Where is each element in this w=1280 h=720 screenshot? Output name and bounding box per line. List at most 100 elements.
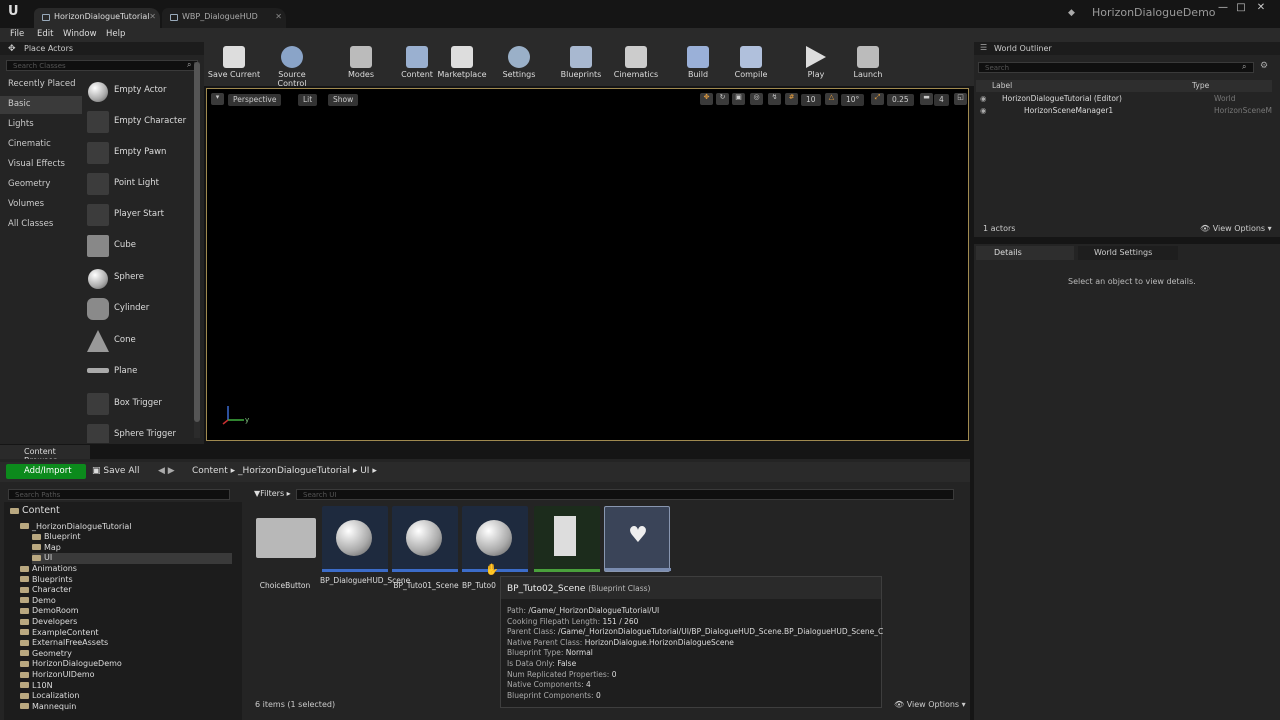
folder-tree-item[interactable]: UI xyxy=(32,553,232,564)
settings-button[interactable]: Settings xyxy=(491,44,547,84)
content-browser-tab[interactable]: Content Browser xyxy=(0,445,90,465)
breadcrumb-ui[interactable]: UI xyxy=(360,466,369,476)
breadcrumb-tutorial[interactable]: _HorizonDialogueTutorial xyxy=(238,466,350,476)
camera-speed-value[interactable]: 4 xyxy=(934,94,949,106)
folder-tree-item[interactable]: Animations xyxy=(20,564,77,575)
menu-help[interactable]: Help xyxy=(106,29,125,39)
folder-tree-item[interactable]: Blueprint xyxy=(32,532,81,543)
menu-file[interactable]: File xyxy=(10,29,24,39)
modes-button[interactable]: Modes xyxy=(333,44,389,84)
folder-tree-item[interactable]: DemoRoom xyxy=(20,606,79,617)
asset-bp-tuto01-scene[interactable] xyxy=(392,506,458,572)
cinematics-button[interactable]: Cinematics xyxy=(608,44,664,84)
camera-speed-icon[interactable]: ▬ xyxy=(920,93,933,105)
grid-snap-value[interactable]: 10 xyxy=(801,94,821,106)
perspective-button[interactable]: Perspective xyxy=(228,94,282,106)
folder-tree-item[interactable]: Character xyxy=(20,585,72,596)
rotation-snap-icon[interactable]: △ xyxy=(825,93,838,105)
filters-button[interactable]: ▼Filters ▸ xyxy=(254,489,291,498)
category-basic[interactable]: Basic xyxy=(0,96,82,114)
actor-cube[interactable]: Cube xyxy=(84,232,194,262)
compile-button[interactable]: Compile xyxy=(723,44,779,84)
lit-button[interactable]: Lit xyxy=(298,94,318,106)
folder-tree-item[interactable]: L10N xyxy=(20,681,53,692)
surface-snap-icon[interactable]: ↯ xyxy=(768,93,781,105)
source-control-icon[interactable]: ◆ xyxy=(1068,8,1078,18)
actor-point-light[interactable]: Point Light xyxy=(84,170,194,200)
scale-icon[interactable]: ▣ xyxy=(732,93,745,105)
category-recently-placed[interactable]: Recently Placed xyxy=(0,76,82,94)
rotation-snap-value[interactable]: 10° xyxy=(841,94,865,106)
folder-tree-item[interactable]: Localization xyxy=(20,691,79,702)
asset-data-table[interactable] xyxy=(534,506,600,572)
actor-empty-pawn[interactable]: Empty Pawn xyxy=(84,139,194,169)
search-ui-input[interactable]: Search UI xyxy=(296,489,954,500)
scale-snap-value[interactable]: 0.25 xyxy=(887,94,914,106)
save-current-button[interactable]: Save Current xyxy=(206,44,262,84)
settings-icon[interactable]: ⚙ xyxy=(1260,61,1268,71)
outliner-view-options[interactable]: 👁 View Options ▾ xyxy=(1200,224,1272,233)
asset-choice-button[interactable] xyxy=(254,506,320,572)
outliner-search-input[interactable]: Search xyxy=(978,62,1254,73)
outliner-row[interactable]: ◉ HorizonSceneManager1 HorizonSceneManag… xyxy=(978,106,1272,117)
maximize-button[interactable]: □ xyxy=(1232,2,1250,16)
launch-button[interactable]: Launch xyxy=(840,44,896,84)
marketplace-button[interactable]: Marketplace xyxy=(434,44,490,84)
save-all-button[interactable]: ▣ Save All xyxy=(92,466,140,476)
actor-sphere[interactable]: Sphere xyxy=(84,264,194,294)
actor-empty-actor[interactable]: Empty Actor xyxy=(84,77,194,107)
label-column-header[interactable]: Label xyxy=(992,81,1012,90)
actor-player-start[interactable]: Player Start xyxy=(84,201,194,231)
source-control-button[interactable]: Source Control xyxy=(264,44,320,88)
play-button[interactable]: Play xyxy=(788,44,844,84)
actors-scroll-thumb[interactable] xyxy=(194,62,200,422)
close-icon[interactable]: ✕ xyxy=(275,12,282,21)
category-visual-effects[interactable]: Visual Effects xyxy=(0,156,82,174)
asset-bp-dialoguehud-scene[interactable] xyxy=(322,506,388,572)
folder-tree-item[interactable]: HorizonUIDemo xyxy=(20,670,95,681)
tab-wbp-dialogue-hud[interactable]: WBP_DialogueHUD ✕ xyxy=(162,8,286,28)
category-geometry[interactable]: Geometry xyxy=(0,176,82,194)
folder-tree-item[interactable]: ExternalFreeAssets xyxy=(20,638,108,649)
rotate-icon[interactable]: ↻ xyxy=(716,93,729,105)
category-cinematic[interactable]: Cinematic xyxy=(0,136,82,154)
type-column-header[interactable]: Type xyxy=(1192,81,1209,90)
category-all-classes[interactable]: All Classes xyxy=(0,216,82,234)
folder-tree-item[interactable]: Developers xyxy=(20,617,77,628)
folder-tree-item[interactable]: Content xyxy=(10,505,60,516)
outliner-row[interactable]: ◉ HorizonDialogueTutorial (Editor) World xyxy=(978,94,1272,105)
folder-tree-item[interactable]: HorizonDialogueDemo xyxy=(20,659,122,670)
grid-snap-icon[interactable]: # xyxy=(785,93,798,105)
level-viewport[interactable] xyxy=(206,88,969,441)
asset-widget-blueprint[interactable]: ♥ xyxy=(604,506,671,572)
actor-plane[interactable]: Plane xyxy=(84,358,194,388)
viewport-menu-icon[interactable]: ▾ xyxy=(211,93,224,105)
close-icon[interactable]: ✕ xyxy=(149,12,156,21)
folder-tree-item[interactable]: Demo xyxy=(20,596,56,607)
content-view-options[interactable]: 👁 View Options ▾ xyxy=(894,700,966,709)
actor-box-trigger[interactable]: Box Trigger xyxy=(84,390,194,420)
scale-snap-icon[interactable]: ⤢ xyxy=(871,93,884,105)
folder-tree-item[interactable]: Map xyxy=(32,543,61,554)
blueprints-button[interactable]: Blueprints xyxy=(553,44,609,84)
actor-empty-character[interactable]: Empty Character xyxy=(84,108,194,138)
folder-tree-item[interactable]: ExampleContent xyxy=(20,628,99,639)
category-lights[interactable]: Lights xyxy=(0,116,82,134)
folder-tree-item[interactable]: _HorizonDialogueTutorial xyxy=(20,522,131,533)
menu-edit[interactable]: Edit xyxy=(37,29,53,39)
maximize-viewport-icon[interactable]: ◱ xyxy=(954,93,967,105)
visibility-eye-icon[interactable]: ◉ xyxy=(980,94,987,103)
search-classes-input[interactable]: Search Classes xyxy=(6,60,198,71)
show-button[interactable]: Show xyxy=(328,94,359,106)
category-volumes[interactable]: Volumes xyxy=(0,196,82,214)
add-import-button[interactable]: Add/Import xyxy=(6,464,86,479)
breadcrumb-content[interactable]: Content xyxy=(192,466,228,476)
details-tab[interactable]: Details xyxy=(976,246,1074,260)
visibility-eye-icon[interactable]: ◉ xyxy=(980,106,987,115)
tab-horizon-dialogue-tutorial[interactable]: HorizonDialogueTutorial ✕ xyxy=(34,8,160,28)
close-window-button[interactable]: ✕ xyxy=(1252,2,1270,16)
minimize-button[interactable]: — xyxy=(1214,2,1232,16)
search-paths-input[interactable]: Search Paths xyxy=(8,489,230,500)
transform-icon[interactable]: ✥ xyxy=(700,93,713,105)
actor-cylinder[interactable]: Cylinder xyxy=(84,295,194,325)
